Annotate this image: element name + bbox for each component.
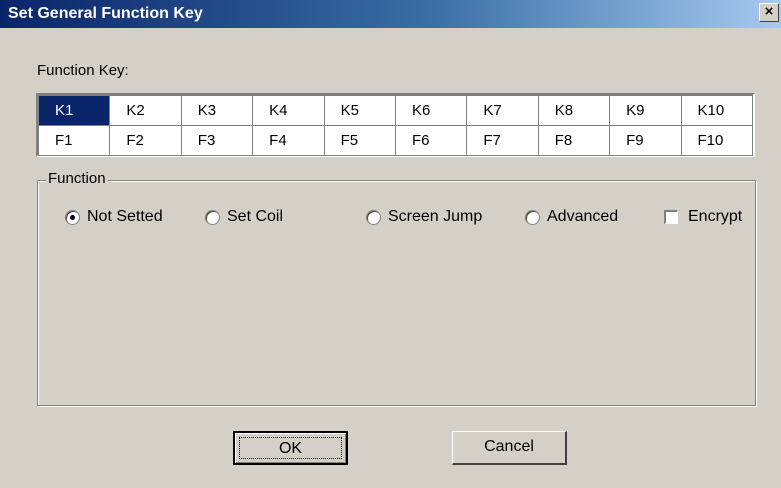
window-title: Set General Function Key [8, 5, 203, 22]
key-cell-f7[interactable]: F7 [466, 125, 539, 156]
close-button[interactable]: × [759, 3, 779, 22]
key-row-f: F1 F2 F3 F4 F5 F6 F7 F8 F9 F10 [37, 125, 754, 156]
key-cell-f5[interactable]: F5 [323, 125, 396, 156]
key-cell-f2[interactable]: F2 [109, 125, 182, 156]
key-cell-k10[interactable]: K10 [680, 95, 754, 126]
function-key-grid: K1 K2 K3 K4 K5 K6 K7 K8 K9 K10 F1 F2 F3 … [36, 93, 755, 157]
radio-label: Not Setted [87, 208, 163, 225]
key-cell-k4[interactable]: K4 [252, 95, 325, 126]
key-cell-k2[interactable]: K2 [109, 95, 182, 126]
checkbox-icon[interactable] [664, 210, 678, 224]
key-row-k: K1 K2 K3 K4 K5 K6 K7 K8 K9 K10 [37, 95, 754, 126]
radio-button-icon[interactable] [205, 210, 220, 225]
close-icon: × [764, 3, 774, 20]
function-key-label: Function Key: [37, 62, 129, 79]
key-cell-k6[interactable]: K6 [394, 95, 468, 126]
key-cell-f3[interactable]: F3 [180, 125, 254, 156]
radio-label: Set Coil [227, 208, 284, 225]
key-cell-k8[interactable]: K8 [537, 95, 611, 126]
title-bar: Set General Function Key × [0, 0, 781, 28]
key-cell-k9[interactable]: K9 [609, 95, 682, 126]
key-cell-k3[interactable]: K3 [180, 95, 254, 126]
key-cell-f9[interactable]: F9 [609, 125, 682, 156]
key-cell-f6[interactable]: F6 [394, 125, 468, 156]
key-cell-k7[interactable]: K7 [466, 95, 539, 126]
ok-button[interactable]: OK [233, 431, 348, 465]
key-cell-f4[interactable]: F4 [252, 125, 325, 156]
function-group-legend: Function [46, 170, 108, 187]
ok-button-label: OK [239, 437, 342, 459]
radio-label: Advanced [547, 208, 619, 225]
radio-button-icon[interactable] [65, 210, 80, 225]
radio-label: Screen Jump [388, 208, 483, 225]
key-cell-f1[interactable]: F1 [37, 125, 111, 156]
radio-button-icon[interactable] [525, 210, 540, 225]
key-cell-k1[interactable]: K1 [37, 95, 111, 126]
cancel-button[interactable]: Cancel [452, 431, 567, 465]
checkbox-label: Encrypt [688, 208, 743, 225]
key-cell-k5[interactable]: K5 [323, 95, 396, 126]
radio-button-icon[interactable] [366, 210, 381, 225]
key-cell-f10[interactable]: F10 [680, 125, 754, 156]
key-cell-f8[interactable]: F8 [537, 125, 611, 156]
